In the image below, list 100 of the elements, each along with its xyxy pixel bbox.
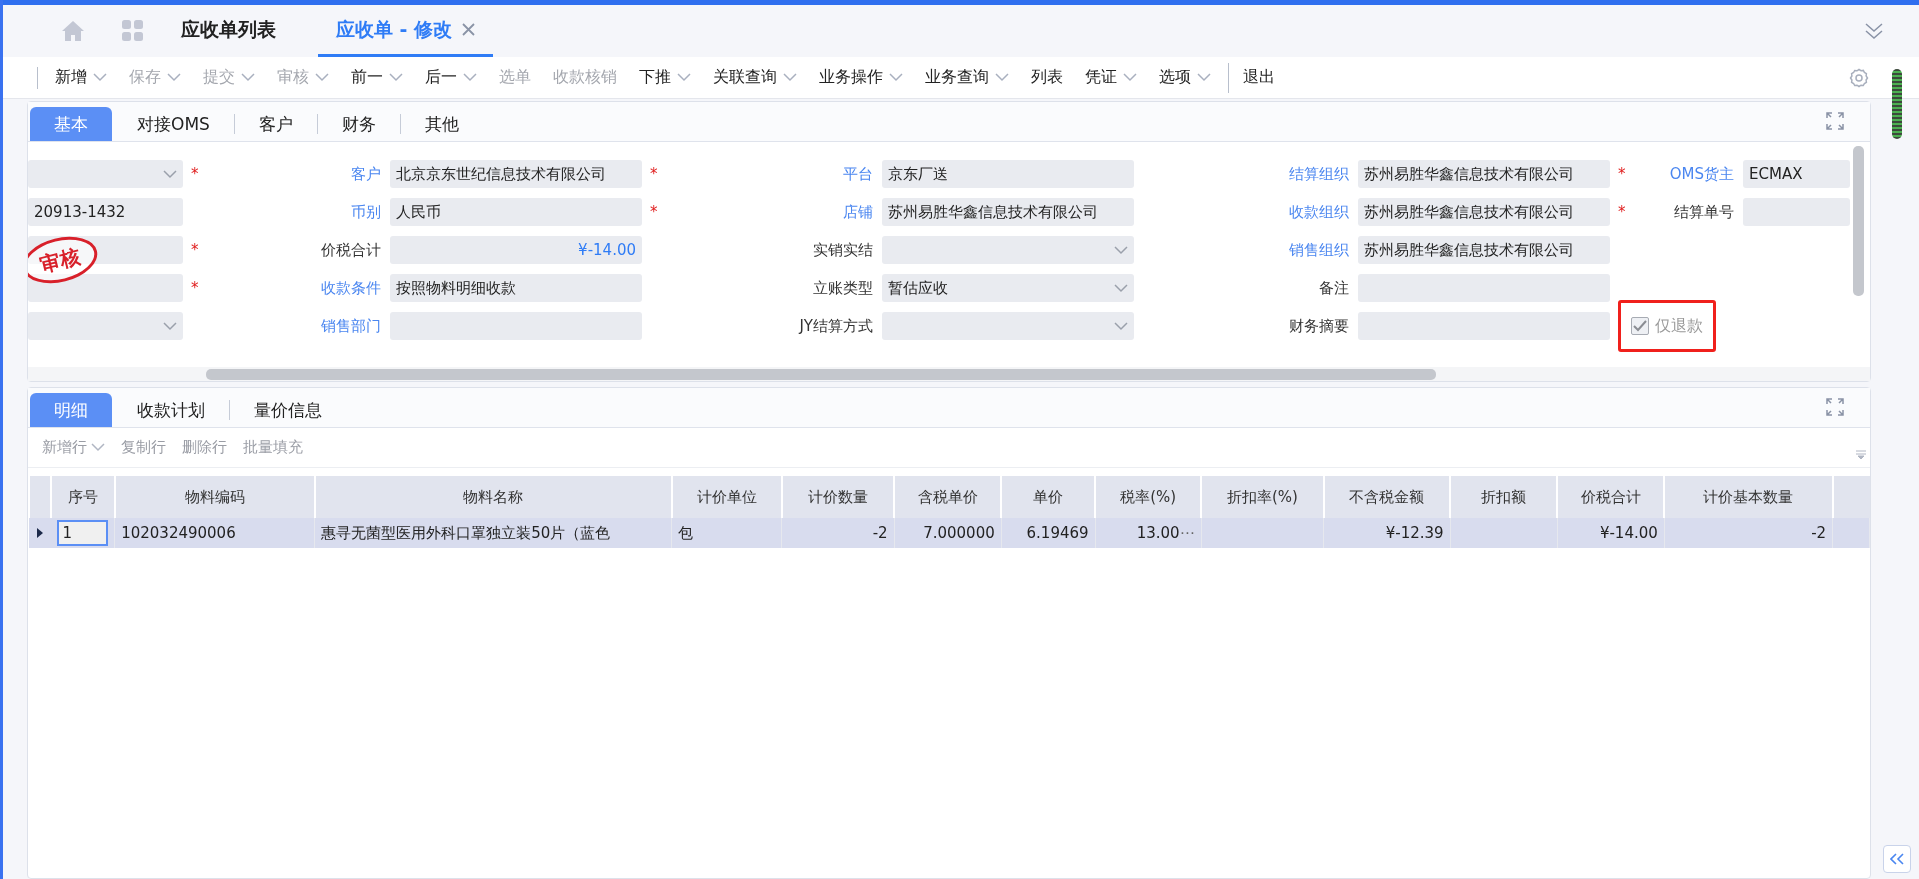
form-tab[interactable]: 对接OMS xyxy=(113,107,234,141)
detail-tab[interactable]: 量价信息 xyxy=(230,393,346,427)
dropdown-field[interactable] xyxy=(28,160,183,188)
table-cell: -2 xyxy=(1664,518,1833,548)
checkbox[interactable] xyxy=(1631,317,1649,335)
input-field[interactable] xyxy=(28,274,183,302)
settings-icon[interactable] xyxy=(1849,67,1869,88)
caret-icon xyxy=(91,443,105,452)
toolbar-button[interactable]: 列表 xyxy=(1020,62,1074,93)
scrollbar-thumb[interactable] xyxy=(1892,69,1902,139)
form-tab[interactable]: 财务 xyxy=(317,107,400,141)
field-label[interactable]: 客户 xyxy=(213,164,390,184)
column-header[interactable]: 折扣率(%) xyxy=(1201,476,1324,518)
column-header[interactable]: 序号 xyxy=(51,476,115,518)
required-mark: * xyxy=(190,279,200,297)
column-header[interactable]: 物料编码 xyxy=(114,476,315,518)
double-chevron-icon[interactable] xyxy=(1864,21,1884,41)
column-header[interactable]: 计价数量 xyxy=(781,476,895,518)
vertical-scrollbar-thumb[interactable] xyxy=(1853,146,1864,296)
column-header[interactable]: 单价 xyxy=(1001,476,1096,518)
column-header[interactable]: 物料名称 xyxy=(314,476,672,518)
field-label: 结算单号 xyxy=(1673,202,1735,222)
caret-icon xyxy=(995,73,1009,82)
table-cell: 7.000000 xyxy=(894,518,1002,548)
input-field[interactable]: 北京京东世纪信息技术有限公司 xyxy=(390,160,642,188)
input-field[interactable]: 苏州易胜华鑫信息技术有限公司 xyxy=(882,198,1134,226)
required-mark: * xyxy=(649,165,659,183)
input-field[interactable]: ECMAX xyxy=(1743,160,1850,188)
field-label[interactable]: 销售部门 xyxy=(213,316,390,336)
field-label: 备注 xyxy=(1318,278,1350,298)
toolbar-button[interactable]: 业务查询 xyxy=(914,62,1020,93)
input-field[interactable]: 苏州易胜华鑫信息技术有限公司 xyxy=(1358,236,1610,264)
sort-icon[interactable] xyxy=(1856,450,1866,459)
column-header[interactable]: 折扣额 xyxy=(1450,476,1558,518)
field-label[interactable]: 平台 xyxy=(672,164,882,184)
table-cell: 102032490006 xyxy=(114,518,315,548)
caret-icon xyxy=(1114,245,1128,255)
caret-icon xyxy=(889,73,903,82)
caret-icon xyxy=(389,73,403,82)
grid-icon[interactable] xyxy=(122,20,144,42)
field-label[interactable]: 币别 xyxy=(213,202,390,222)
toolbar-button[interactable]: 前一 xyxy=(340,62,414,93)
column-header[interactable]: 不含税金额 xyxy=(1323,476,1451,518)
caret-icon xyxy=(1114,283,1128,293)
detail-tab[interactable]: 收款计划 xyxy=(113,393,229,427)
checkbox-label: 仅退款 xyxy=(1655,315,1703,337)
input-field[interactable]: 20913-1432 xyxy=(28,198,183,226)
caret-icon xyxy=(1114,321,1128,331)
column-header[interactable]: 税率(%) xyxy=(1095,476,1202,518)
dropdown-field[interactable]: 暂估应收 xyxy=(882,274,1134,302)
caret-icon xyxy=(315,73,329,82)
input-field[interactable]: 京东厂送 xyxy=(882,160,1134,188)
column-header[interactable]: 含税单价 xyxy=(894,476,1002,518)
toolbar-button[interactable]: 后一 xyxy=(414,62,488,93)
required-mark: * xyxy=(190,165,200,183)
toolbar-button[interactable]: 业务操作 xyxy=(808,62,914,93)
required-mark: * xyxy=(190,241,200,259)
toolbar-button[interactable]: 凭证 xyxy=(1074,62,1148,93)
tab-label: 应收单 - 修改 xyxy=(336,16,453,42)
toolbar-button[interactable]: 选项 xyxy=(1148,62,1222,93)
fullscreen-icon[interactable] xyxy=(1826,112,1844,130)
required-mark: * xyxy=(1617,165,1627,183)
column-header[interactable]: 计价基本数量 xyxy=(1664,476,1833,518)
caret-icon xyxy=(677,73,691,82)
collapse-button[interactable] xyxy=(1883,845,1911,873)
field-label[interactable]: 收款组织 xyxy=(1164,202,1358,222)
field-label: JY结算方式 xyxy=(797,316,874,336)
caret-icon xyxy=(783,73,797,82)
field-label: 价税合计 xyxy=(320,240,382,260)
input-field[interactable]: 人民币 xyxy=(390,198,642,226)
close-icon[interactable] xyxy=(462,23,476,36)
field-label[interactable]: 收款条件 xyxy=(213,278,390,298)
input-field[interactable]: 苏州易胜华鑫信息技术有限公司 xyxy=(1358,198,1610,226)
field-label: 立账类型 xyxy=(812,278,874,298)
dropdown-field[interactable] xyxy=(882,312,1134,340)
table-cell: ¥-14.00 xyxy=(1557,518,1665,548)
home-icon[interactable] xyxy=(61,20,85,42)
toolbar-button[interactable]: 关联查询 xyxy=(702,62,808,93)
dropdown-field[interactable] xyxy=(882,236,1134,264)
field-label[interactable]: OMS货主 xyxy=(1640,164,1743,184)
input-field[interactable]: 按照物料明细收款 xyxy=(390,274,642,302)
toolbar-button[interactable]: 退出 xyxy=(1228,62,1286,93)
field-label[interactable]: 店铺 xyxy=(672,202,882,222)
more-button[interactable]: ⋯ xyxy=(1179,524,1195,542)
fullscreen-icon[interactable] xyxy=(1826,398,1844,416)
toolbar-button[interactable]: 下推 xyxy=(628,62,702,93)
column-header[interactable]: 价税合计 xyxy=(1557,476,1665,518)
dropdown-field[interactable] xyxy=(28,312,183,340)
window-tab[interactable]: 应收单列表 xyxy=(163,5,294,57)
table-cell: ¥-12.39 xyxy=(1323,518,1451,548)
field-label[interactable]: 结算组织 xyxy=(1164,164,1358,184)
horizontal-scrollbar-thumb[interactable] xyxy=(206,368,1436,380)
field-label[interactable]: 销售组织 xyxy=(1164,240,1358,260)
column-header[interactable]: 计价单位 xyxy=(671,476,782,518)
field-label: 财务摘要 xyxy=(1288,316,1350,336)
input-field[interactable]: 苏州易胜华鑫信息技术有限公司 xyxy=(1358,160,1610,188)
table-cell: 惠寻无菌型医用外科口罩独立装50片（蓝色 xyxy=(314,518,672,548)
form-tab[interactable]: 其他 xyxy=(400,107,483,141)
toolbar-button[interactable]: 新增 xyxy=(44,62,118,93)
form-tab[interactable]: 客户 xyxy=(234,107,317,141)
